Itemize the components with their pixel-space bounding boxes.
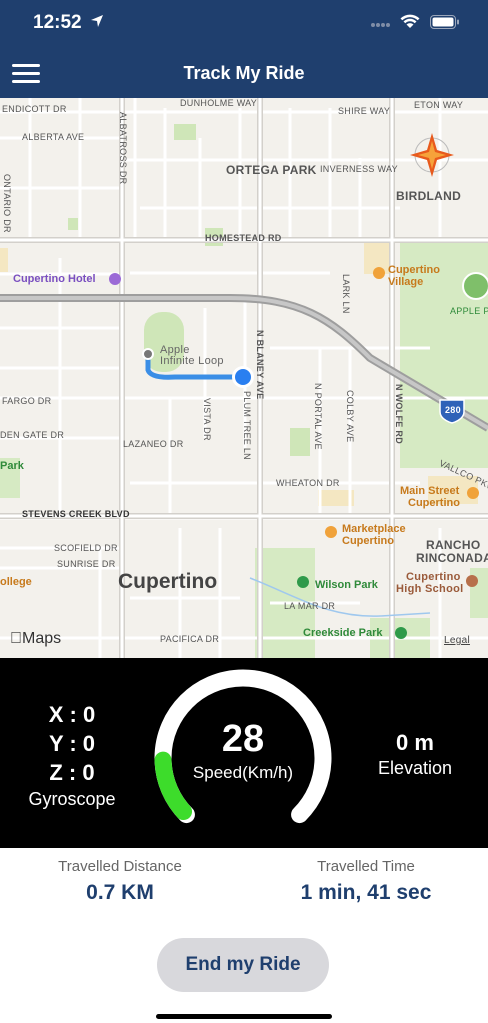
apple-maps-logo: Maps [10,630,61,648]
location-arrow-icon [91,15,103,27]
signal-icon [371,22,390,27]
map-label-birdland: BIRDLAND [396,189,462,203]
map-label-stevens-creek: STEVENS CREEK BLVD [22,509,130,519]
map-label-cupertino-high-1: Cupertino [406,571,461,583]
map-label-endicott: ENDICOTT DR [2,104,67,114]
map-label-lazaneo: LAZANEO DR [123,439,184,449]
gyroscope-panel: X : 0 Y : 0 Z : 0 Gyroscope [22,700,122,810]
map-label-cupertino-village-2: Village [388,276,424,288]
interstate-280-shield: 280 [445,405,461,415]
map-label-main-street-1: Main Street [400,485,460,497]
time-value: 1 min, 41 sec [300,881,432,904]
status-indicators [370,14,460,29]
map-label-sunrise: SUNRISE DR [57,559,116,569]
gyro-x: X : 0 [48,702,96,727]
ride-stats: Travelled Distance 0.7 KM Travelled Time… [0,848,488,1023]
map-label-blaney: N BLANEY AVE [255,330,265,400]
map-label-la-mar: LA MAR DR [284,601,336,611]
map-label-portal: N PORTAL AVE [313,383,323,450]
distance-stat: Travelled Distance 0.7 KM [20,858,220,905]
map-label-lark: LARK LN [341,274,351,314]
time-label: Travelled Time [317,858,415,875]
map-label-wilson-park: Wilson Park [315,579,378,591]
elevation-label: Elevation [377,758,453,778]
distance-label: Travelled Distance [58,858,182,875]
maps-logo-text: Maps [10,630,61,647]
elevation-value: 0 m [396,730,434,755]
end-ride-button[interactable]: End my Ride [157,938,329,992]
gyro-z: Z : 0 [49,760,95,785]
gyro-label: Gyroscope [28,789,116,809]
map-label-pacifica: PACIFICA DR [160,634,220,644]
map-label-homestead: HOMESTEAD RD [205,233,282,243]
elevation-panel: 0 m Elevation [360,730,470,779]
app-header: 12:52 Track My Ride [0,0,488,98]
map-label-apple-park: APPLE P [450,306,488,316]
map-view[interactable]: ENDICOTT DR ALBATROSS DR DUNHOLME WAY SH… [0,98,488,658]
map-label-cupertino-village-1: Cupertino [388,264,440,276]
map-label-ontario: ONTARIO DR [2,174,12,233]
map-label-main-street-2: Cupertino [408,497,460,509]
map-label-wolfe: N WOLFE RD [394,384,404,444]
map-label-albatross: ALBATROSS DR [118,112,128,185]
battery-icon [430,14,459,29]
time-stat: Travelled Time 1 min, 41 sec [266,858,466,905]
map-label-marketplace-2: Cupertino [342,535,394,547]
map-label-dunholme: DUNHOLME WAY [180,98,258,108]
map-label-cupertino-hotel: Cupertino Hotel [13,273,96,285]
map-label-scofield: SCOFIELD DR [54,543,118,553]
gyro-y: Y : 0 [48,731,96,756]
map-label-fargo: FARGO DR [2,396,52,406]
map-label-rancho-2: RINCONADA [416,551,488,565]
status-bar: 12:52 [0,0,488,44]
map-label-marketplace-1: Marketplace [342,523,406,535]
map-label-park: Park [0,460,24,472]
map-label-cupertino-city: Cupertino [118,570,218,593]
map-label-eton: ETON WAY [414,100,464,110]
map-label-wheaton: WHEATON DR [276,478,340,488]
speed-readout: 28 Speed(Km/h) [156,718,330,783]
map-label-apple-loop-2: Infinite Loop [160,355,224,367]
map-label-cupertino-high-2: High School [396,583,464,595]
map-label-vista: VISTA DR [202,398,212,441]
wifi-icon [400,14,420,28]
home-indicator[interactable] [156,1014,332,1019]
map-label-ortega: ORTEGA PARK [226,163,317,177]
ride-dashboard: X : 0 Y : 0 Z : 0 Gyroscope 28 Speed(Km/… [0,658,488,848]
speed-label: Speed(Km/h) [192,763,294,782]
map-label-alberta: ALBERTA AVE [22,132,85,142]
map-label-shire: SHIRE WAY [338,106,391,116]
nav-bar: Track My Ride [0,44,488,98]
legal-link[interactable]: Legal [444,635,470,646]
speed-value: 28 [221,718,265,760]
map-label-plum-tree: PLUM TREE LN [242,391,252,460]
map-label-college: ollege [0,576,32,588]
map-label-inverness: INVERNESS WAY [320,164,398,174]
map-label-colby: COLBY AVE [345,390,355,443]
page-title: Track My Ride [183,63,305,83]
map-label-rancho-1: RANCHO [426,538,481,552]
distance-value: 0.7 KM [86,881,154,904]
map-label-creekside: Creekside Park [303,627,383,639]
map-label-golden-gate: DEN GATE DR [0,430,65,440]
status-time: 12:52 [33,12,82,33]
